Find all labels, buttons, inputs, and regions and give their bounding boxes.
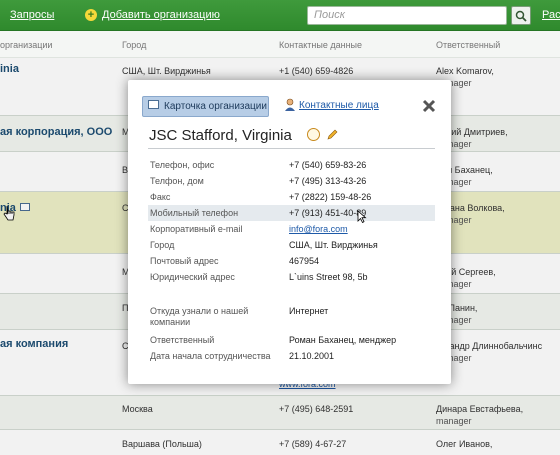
search-icon — [515, 10, 527, 22]
email-link[interactable]: info@fora.com — [289, 224, 348, 235]
organization-title: JSC Stafford, Virginia — [149, 127, 292, 144]
col-contacts[interactable]: Контактные данные — [279, 40, 362, 50]
field-office-phone: Телефон, офис +7 (540) 659-83-26 — [150, 160, 367, 170]
field-city: Город США, Шт. Вирджинья — [150, 240, 378, 250]
field-fax: Факс +7 (2822) 159-48-26 — [150, 192, 372, 202]
clock-icon[interactable] — [307, 128, 320, 141]
field-legal-address: Юридический адрес L`uins Street 98, 5b — [150, 272, 368, 282]
field-home-phone: Телфон, дом +7 (495) 313-43-26 — [150, 176, 367, 186]
search-input[interactable]: Поиск — [307, 6, 507, 25]
field-start-date: Дата начала сотрудничества 21.10.2001 — [150, 351, 335, 361]
field-mobile-phone[interactable]: Мобильный телефон +7 (913) 451-40-89 — [148, 205, 435, 223]
col-responsible[interactable]: Ответственный — [436, 40, 500, 50]
organization-card-modal: Карточка организации Контактные лица JSC… — [128, 80, 451, 384]
tab-organization-card[interactable]: Карточка организации — [142, 96, 269, 117]
pencil-icon[interactable] — [327, 129, 338, 140]
divider — [148, 148, 435, 149]
search-button[interactable] — [511, 6, 531, 25]
field-source: Откуда узнали о нашей компании Интернет — [150, 306, 329, 327]
col-city[interactable]: Город — [122, 40, 146, 50]
plus-icon[interactable]: + — [85, 9, 97, 21]
tab-contact-persons[interactable]: Контактные лица — [299, 100, 379, 111]
user-icon — [285, 98, 295, 111]
col-organization[interactable]: организации — [0, 40, 52, 50]
add-organization-link[interactable]: Добавить организацию — [102, 9, 220, 21]
right-link[interactable]: Рас — [542, 9, 560, 21]
table-header: организации Город Контактные данные Отве… — [0, 31, 560, 58]
field-postal-address: Почтовый адрес 467954 — [150, 256, 320, 266]
field-corporate-email: Корпоративный e-mail info@fora.com — [150, 224, 348, 235]
requests-link[interactable]: Запросы — [10, 9, 54, 21]
top-toolbar: Запросы + Добавить организацию Поиск Рас — [0, 0, 560, 31]
field-responsible: Ответственный Роман Баханец, менджер — [150, 335, 397, 345]
close-icon[interactable] — [422, 99, 436, 113]
card-icon — [148, 100, 159, 109]
